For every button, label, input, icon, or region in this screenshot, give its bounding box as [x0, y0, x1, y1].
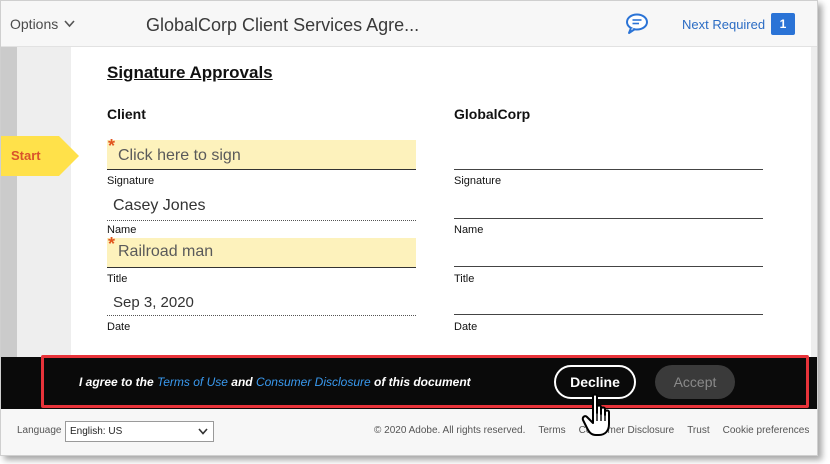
options-label: Options — [10, 16, 59, 32]
options-menu[interactable]: Options — [10, 16, 75, 32]
globalcorp-heading: GlobalCorp — [454, 106, 531, 122]
client-title-label: Title — [107, 273, 128, 285]
globalcorp-title-line — [454, 266, 763, 267]
language-label: Language — [17, 425, 62, 436]
client-title-value: Railroad man — [118, 243, 214, 260]
top-bar: Options GlobalCorp Client Services Agre.… — [1, 1, 817, 47]
start-label: Start — [11, 148, 41, 163]
copyright-text: © 2020 Adobe. All rights reserved. — [374, 425, 526, 436]
globalcorp-signature-label: Signature — [454, 175, 502, 187]
next-required-count-badge[interactable]: 1 — [771, 13, 795, 35]
chevron-down-icon — [64, 20, 75, 28]
comment-icon[interactable] — [625, 13, 649, 35]
required-marker: * — [108, 234, 116, 254]
document-title: GlobalCorp Client Services Agre... — [146, 15, 420, 35]
globalcorp-name-line — [454, 218, 763, 219]
left-scroll-gutter — [1, 47, 17, 357]
footer-link-trust[interactable]: Trust — [687, 425, 709, 436]
globalcorp-name-label: Name — [454, 224, 484, 236]
language-value: English: US — [70, 426, 123, 437]
app-window: Options GlobalCorp Client Services Agre.… — [0, 0, 818, 456]
next-required-link[interactable]: Next Required — [682, 17, 765, 32]
left-pane — [17, 47, 71, 357]
client-date-field[interactable]: Sep 3, 2020 — [107, 288, 416, 316]
footer-link-cookie-preferences[interactable]: Cookie preferences — [723, 425, 810, 436]
globalcorp-signature-line — [454, 169, 763, 170]
client-name-value: Casey Jones — [113, 197, 206, 214]
footer-link-terms[interactable]: Terms — [538, 425, 565, 436]
section-title: Signature Approvals — [107, 63, 273, 82]
client-name-field[interactable]: Casey Jones — [107, 191, 416, 221]
start-tab[interactable]: Start — [1, 136, 79, 176]
client-date-value: Sep 3, 2020 — [113, 294, 194, 311]
client-title-field[interactable]: * Railroad man — [107, 234, 416, 268]
client-date-label: Date — [107, 321, 131, 333]
globalcorp-date-label: Date — [454, 321, 478, 333]
highlight-box — [41, 355, 809, 408]
language-select[interactable]: English: US — [65, 421, 214, 442]
signature-placeholder: Click here to sign — [118, 147, 241, 164]
chevron-down-icon — [198, 428, 208, 435]
globalcorp-date-line — [454, 314, 763, 315]
globalcorp-title-label: Title — [454, 273, 475, 285]
client-signature-label: Signature — [107, 175, 155, 187]
hand-pointer-cursor-icon — [581, 393, 610, 436]
required-marker: * — [108, 136, 116, 156]
client-heading: Client — [107, 106, 146, 122]
client-signature-field[interactable]: * Click here to sign — [107, 136, 416, 170]
right-gutter — [811, 47, 817, 357]
